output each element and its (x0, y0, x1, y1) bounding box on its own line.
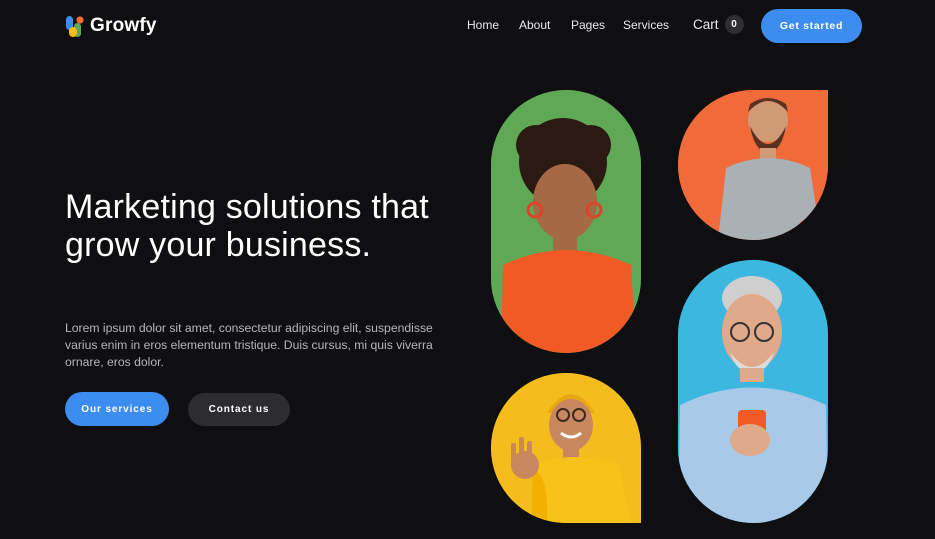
nav-services[interactable]: Services (623, 18, 669, 32)
get-started-button[interactable]: Get started (761, 9, 862, 43)
cart-label: Cart (693, 17, 719, 32)
bearded-man-grey-tshirt-photo (678, 90, 828, 240)
hero-title: Marketing solutions that grow your busin… (65, 188, 429, 264)
hero-description: Lorem ipsum dolor sit amet, consectetur … (65, 321, 433, 369)
woman-orange-sweater-photo (491, 90, 641, 353)
brand-name: Growfy (90, 15, 157, 36)
nav-pages[interactable]: Pages (571, 18, 605, 32)
cart-button[interactable]: Cart 0 (693, 15, 744, 34)
nav-about[interactable]: About (519, 18, 550, 32)
cart-count-badge: 0 (724, 15, 744, 34)
our-services-button[interactable]: Our services (65, 392, 169, 426)
contact-us-button[interactable]: Contact us (188, 393, 290, 426)
logo[interactable]: Growfy (66, 15, 157, 37)
senior-man-phone-photo (678, 260, 828, 523)
man-yellow-beanie-ok-sign-photo (491, 373, 641, 523)
nav-home[interactable]: Home (467, 18, 499, 32)
growfy-logo-icon (66, 15, 84, 37)
